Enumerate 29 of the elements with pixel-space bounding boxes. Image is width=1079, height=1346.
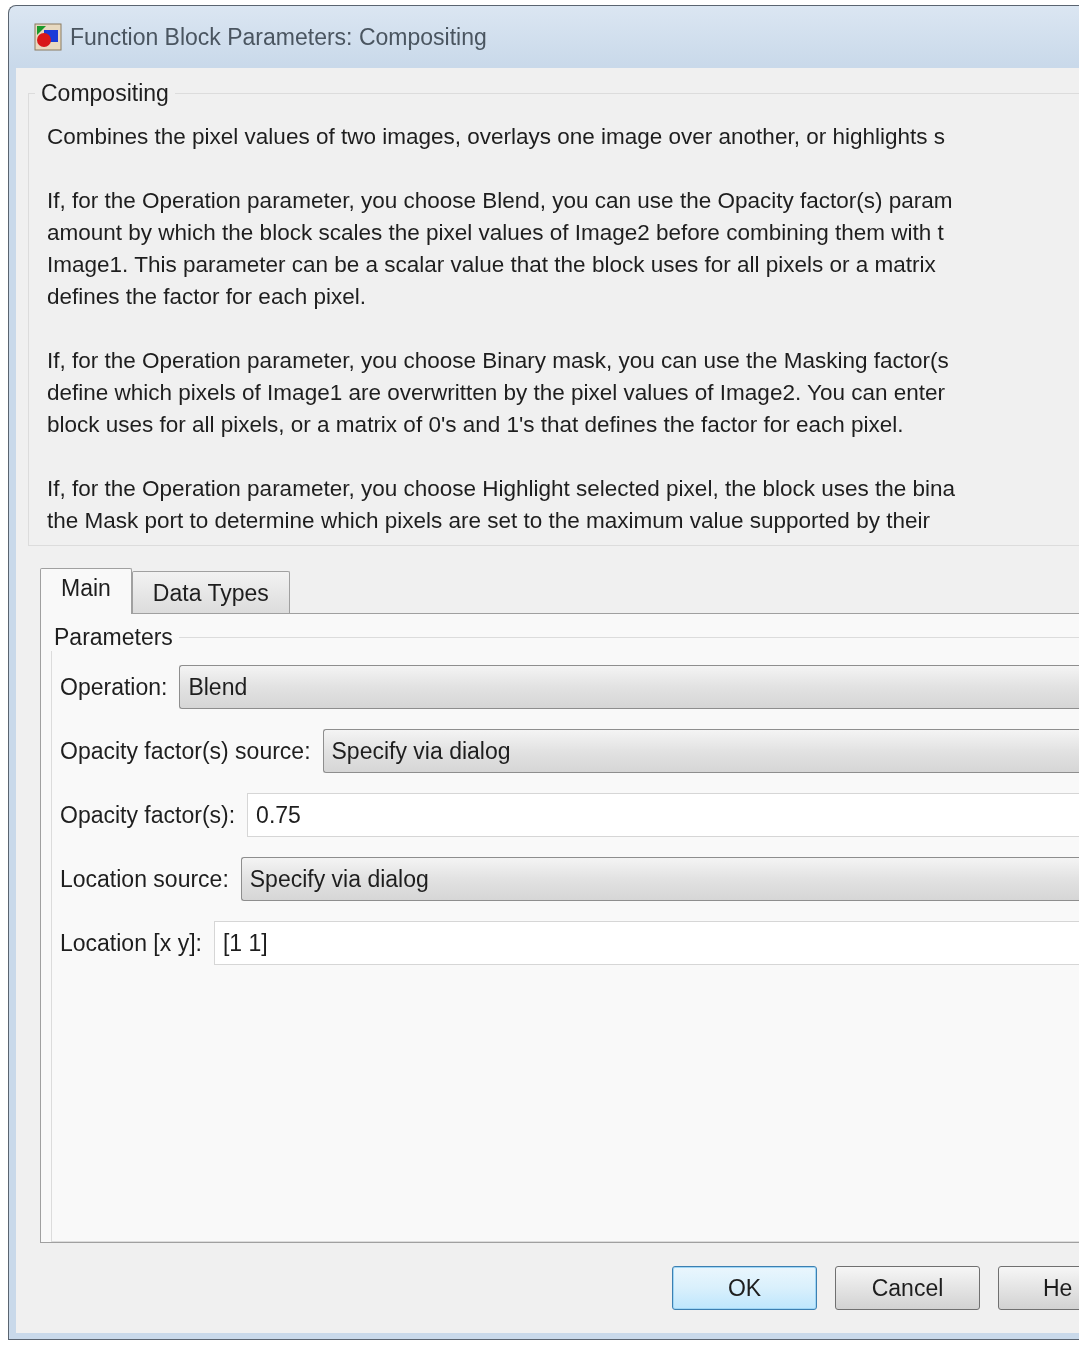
default-button[interactable]: OK (672, 1266, 817, 1310)
description-line: define which pixels of Image1 are overwritten by the pixel values of Image2. You can enter (47, 379, 947, 407)
description-line: the Mask port to determine which pixels are set to the maximum value supported by their (47, 507, 931, 535)
tab[interactable]: Main (40, 568, 132, 614)
description-line: defines the factor for each pixel. (47, 283, 367, 311)
description-line: If, for the Operation parameter, you choose Highlight selected pixel, the block uses the bina (47, 475, 957, 503)
description-line: If, for the Operation parameter, you choose Binary mask, you can use the Masking factor(s (47, 347, 950, 375)
field-label: Operation: (60, 673, 168, 701)
dialog-button[interactable]: He (998, 1266, 1079, 1310)
description-line: amount by which the block scales the pixel values of Image2 before combining them with t (47, 219, 945, 247)
tab[interactable]: Data Types (131, 571, 290, 613)
field-label: Opacity factor(s) source: (60, 737, 311, 765)
app-icon (34, 23, 62, 51)
dialog-button[interactable]: Cancel (835, 1266, 980, 1310)
description-line: Combines the pixel values of two images, overlays one image over another, or highlights s (47, 123, 946, 151)
description-line: block uses for all pixels, or a matrix of 0's and 1's that defines the factor for each pixel. (47, 411, 905, 439)
field-label: Opacity factor(s): (60, 801, 236, 829)
field-label: Location source: (60, 865, 229, 893)
input-field[interactable]: [1 1] (213, 921, 1079, 965)
description-line: Image1. This parameter can be a scalar value that the block uses for all pixels or a matrix (47, 251, 937, 279)
group-title: Compositing (40, 80, 170, 107)
dropdown[interactable]: Blend (179, 665, 1079, 709)
dropdown[interactable]: Specify via dialog (322, 729, 1079, 773)
window-title: Function Block Parameters: Compositing (70, 23, 487, 51)
input-field[interactable]: 0.75 (247, 793, 1079, 837)
dropdown[interactable]: Specify via dialog (240, 857, 1079, 901)
field-label: Location [x y]: (60, 929, 202, 957)
description-line: If, for the Operation parameter, you choose Blend, you can use the Opacity factor(s) param (47, 187, 954, 215)
group-title: Parameters (53, 624, 174, 651)
